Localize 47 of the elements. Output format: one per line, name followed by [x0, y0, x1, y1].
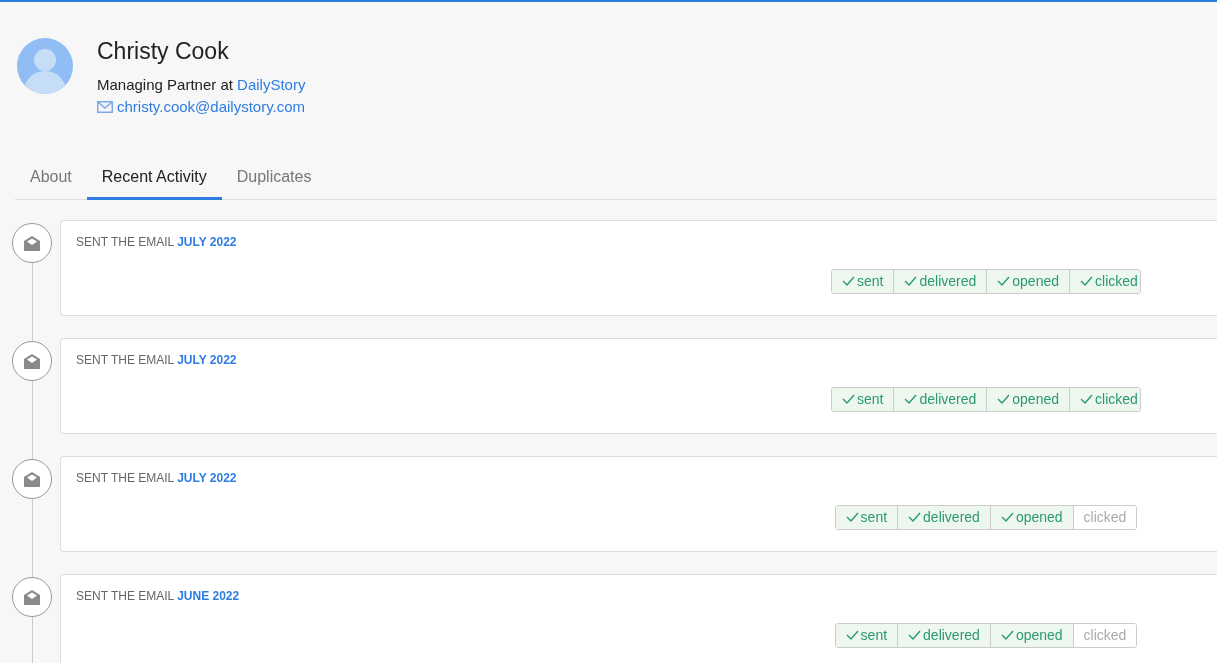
check-icon: [908, 630, 922, 641]
status-tag: sent: [832, 387, 894, 411]
check-icon: [908, 512, 922, 523]
status-tag: clicked: [1072, 505, 1137, 529]
activity-title: SENT THE EMAIL JUNE 2022: [76, 587, 241, 605]
tab[interactable]: About: [15, 158, 87, 200]
check-icon: [997, 394, 1011, 405]
mail-icon: [97, 101, 113, 114]
check-icon: [842, 394, 855, 405]
activity-title: SENT THE EMAIL JULY 2022: [76, 351, 238, 369]
status-tag: opened: [986, 387, 1069, 411]
tab[interactable]: Duplicates: [221, 158, 327, 200]
status-tag: opened: [986, 269, 1069, 293]
contact-name: Christy Cook: [97, 38, 230, 66]
tab[interactable]: Recent Activity: [86, 158, 222, 200]
email-activity-icon: [12, 222, 52, 263]
avatar-icon: [17, 38, 73, 94]
status-tag: delivered: [893, 269, 987, 293]
status-tag: opened: [989, 623, 1073, 647]
status-tag: sent: [832, 269, 894, 293]
activity-title: SENT THE EMAIL JULY 2022: [76, 469, 238, 487]
check-icon: [845, 512, 859, 523]
status-tag: sent: [835, 623, 898, 647]
check-icon: [845, 630, 859, 641]
company-link[interactable]: DailyStory: [237, 75, 306, 93]
status-tag: delivered: [897, 505, 990, 529]
status-tag: clicked: [1069, 269, 1140, 293]
status-tag: opened: [989, 505, 1073, 529]
status-tag: sent: [835, 505, 898, 529]
check-icon: [904, 394, 918, 405]
email-activity-icon: [12, 576, 52, 617]
check-icon: [842, 276, 855, 287]
status-tag: delivered: [893, 387, 987, 411]
status-tag: clicked: [1069, 387, 1140, 411]
status-tag: clicked: [1072, 623, 1137, 647]
job-title: Managing Partner at: [97, 75, 233, 93]
check-icon: [1080, 394, 1093, 405]
check-icon: [1000, 630, 1014, 641]
activity-title: SENT THE EMAIL JULY 2022: [76, 233, 238, 251]
email-activity-icon: [12, 340, 52, 381]
status-tag: delivered: [897, 623, 990, 647]
email-link[interactable]: christy.cook@dailystory.com: [117, 96, 306, 119]
check-icon: [1080, 276, 1093, 287]
check-icon: [904, 276, 918, 287]
check-icon: [1000, 512, 1014, 523]
email-activity-icon: [12, 458, 52, 499]
check-icon: [997, 276, 1011, 287]
